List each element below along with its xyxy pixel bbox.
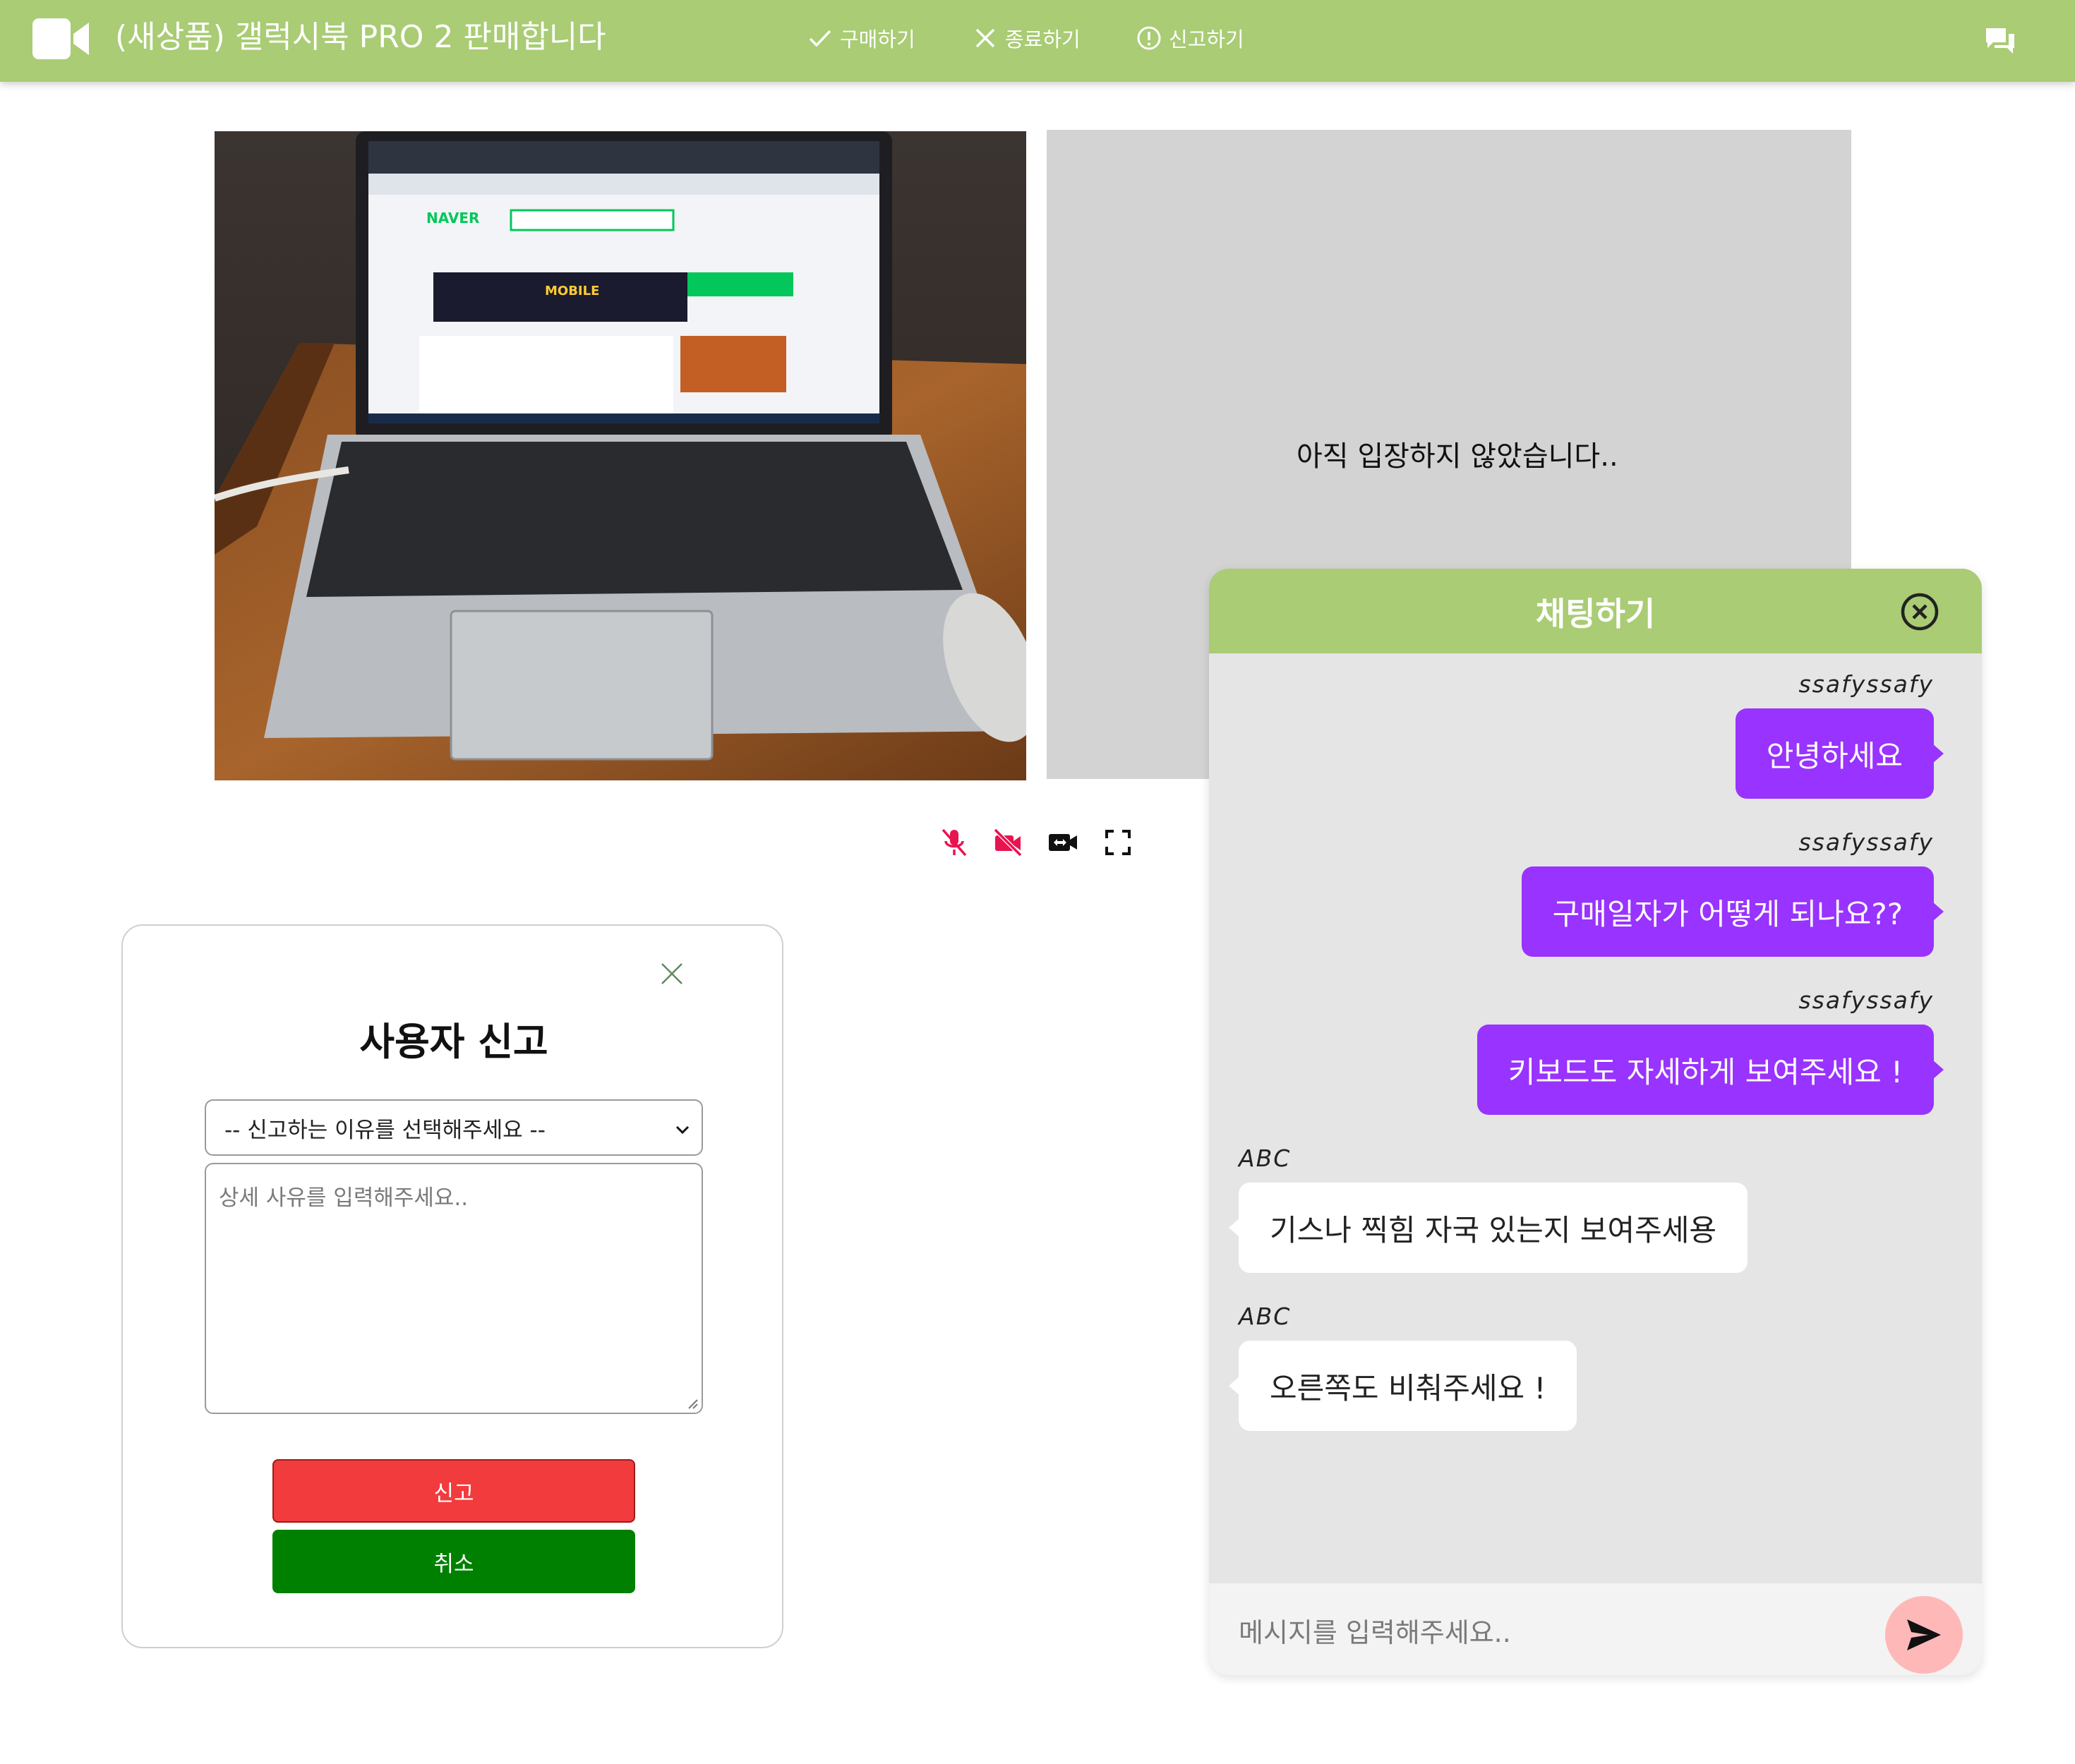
page-title: (새상품) 갤럭시북 PRO 2 판매합니다	[115, 19, 606, 55]
end-button[interactable]: 종료하기	[973, 21, 1081, 55]
buy-button[interactable]: 구매하기	[807, 21, 915, 55]
chat-composer: 메시지를 입력해주세요..	[1209, 1583, 1982, 1675]
report-reason-selected: -- 신고하는 이유를 선택해주세요 --	[224, 1117, 546, 1143]
remote-video-status: 아직 입장하지 않았습니다..	[1297, 440, 1618, 473]
report-cancel-button[interactable]: 취소	[272, 1530, 635, 1593]
end-button-label: 종료하기	[1005, 28, 1081, 52]
svg-text:NAVER: NAVER	[426, 210, 479, 226]
report-button-label: 신고하기	[1169, 28, 1244, 52]
check-icon	[809, 30, 831, 47]
chat-panel: 채팅하기 ssafyssafy 안녕하세요 ssafyssafy 구매일자가 어…	[1209, 569, 1982, 1675]
report-detail-textarea[interactable]: 상세 사유를 입력해주세요..	[205, 1163, 703, 1414]
report-submit-button[interactable]: 신고	[272, 1459, 635, 1523]
local-video-frame: NAVER MOBILE	[215, 131, 1026, 780]
send-button[interactable]	[1885, 1596, 1963, 1674]
report-reason-select[interactable]: -- 신고하는 이유를 선택해주세요 --	[205, 1099, 703, 1156]
message-sender: ABC	[1239, 1144, 1292, 1172]
chat-message: 안녕하세요	[1735, 708, 1944, 799]
chat-title: 채팅하기	[1535, 595, 1656, 633]
alert-circle-icon	[1137, 26, 1161, 50]
report-button[interactable]: 신고하기	[1136, 21, 1244, 55]
close-icon[interactable]	[659, 961, 685, 986]
message-sender: ABC	[1239, 1303, 1292, 1330]
chat-header: 채팅하기	[1209, 569, 1982, 653]
close-icon	[975, 28, 995, 48]
switch-camera-icon[interactable]	[1047, 827, 1078, 858]
send-icon	[1907, 1619, 1941, 1650]
chat-messages: ssafyssafy 안녕하세요 ssafyssafy 구매일자가 어떻게 되나…	[1209, 653, 1982, 1446]
chevron-down-icon	[675, 1125, 690, 1135]
chat-bubbles-icon[interactable]	[1985, 27, 2016, 55]
report-title: 사용자 신고	[359, 1020, 548, 1064]
fullscreen-icon[interactable]	[1102, 827, 1133, 858]
camera-off-icon[interactable]	[992, 827, 1023, 858]
report-detail-placeholder: 상세 사유를 입력해주세요..	[219, 1185, 469, 1211]
video-camera-icon	[32, 18, 89, 59]
local-video: NAVER MOBILE	[215, 131, 1026, 780]
chat-message: 오른쪽도 비춰주세요 !	[1228, 1341, 1577, 1431]
mic-off-icon[interactable]	[939, 827, 970, 858]
resize-grip-icon[interactable]	[685, 1396, 699, 1410]
close-circle-icon[interactable]	[1899, 591, 1940, 632]
report-modal: 사용자 신고 -- 신고하는 이유를 선택해주세요 -- 상세 사유를 입력해주…	[121, 924, 783, 1648]
buy-button-label: 구매하기	[840, 28, 915, 52]
chat-message: 키보드도 자세하게 보여주세요 !	[1476, 1025, 1944, 1115]
message-sender: ssafyssafy	[1798, 828, 1934, 856]
message-sender: ssafyssafy	[1798, 986, 1934, 1014]
video-trade-room: (새상품) 갤럭시북 PRO 2 판매합니다 구매하기 종료하기 신고하기 NA…	[0, 0, 2075, 1764]
top-bar: (새상품) 갤럭시북 PRO 2 판매합니다 구매하기 종료하기 신고하기	[0, 0, 2075, 82]
message-sender: ssafyssafy	[1798, 670, 1934, 698]
svg-text:MOBILE: MOBILE	[545, 284, 599, 298]
chat-message-input[interactable]: 메시지를 입력해주세요..	[1239, 1609, 1874, 1651]
chat-message: 구매일자가 어떻게 되나요??	[1521, 866, 1944, 957]
chat-message: 기스나 찍힘 자국 있는지 보여주세용	[1228, 1183, 1748, 1273]
